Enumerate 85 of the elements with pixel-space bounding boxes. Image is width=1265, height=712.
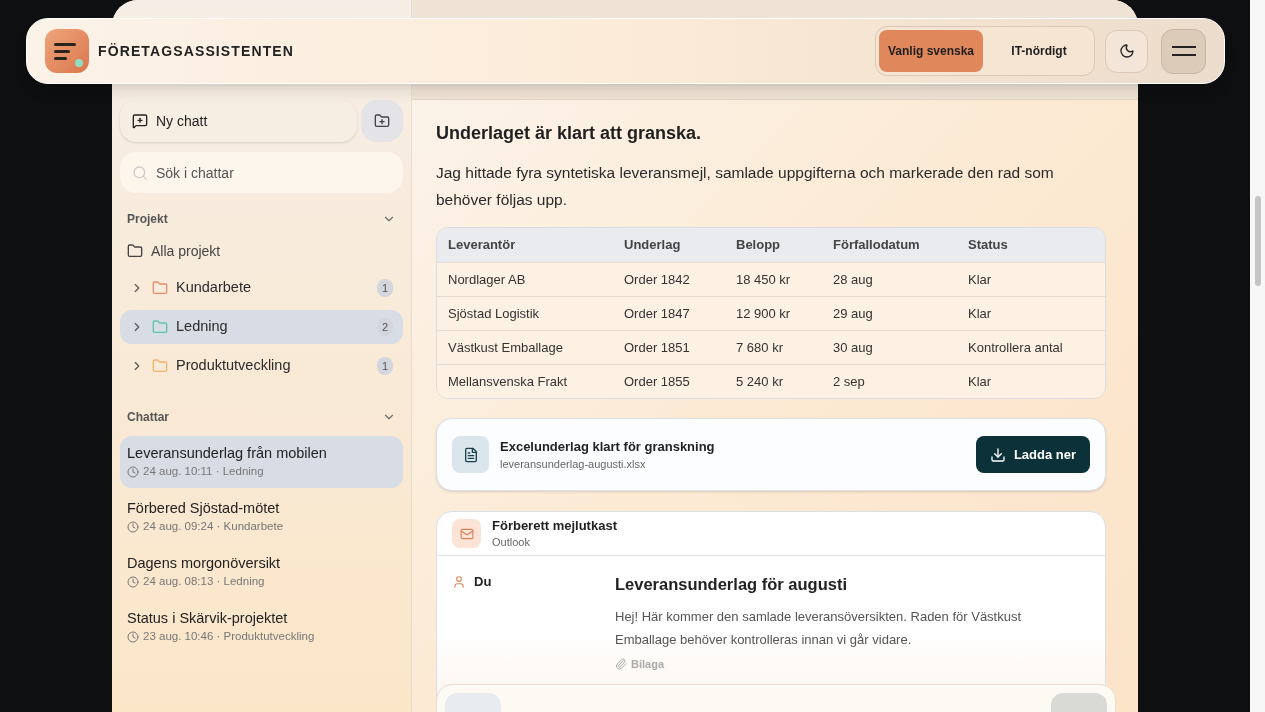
- chat-title: Förbered Sjöstad-mötet: [127, 499, 281, 519]
- table-cell-text: Klar: [968, 372, 993, 391]
- project-item[interactable]: Ledning 2: [120, 310, 403, 344]
- table-cell-text: 5 240 kr: [736, 372, 784, 391]
- column-header: Leverantör: [448, 236, 517, 255]
- table-cell-text: 12 900 kr: [736, 304, 792, 323]
- attachment-label: Bilaga: [631, 656, 664, 672]
- table-cell-text: Order 1851: [624, 338, 691, 357]
- chat-title: Dagens morgonöversikt: [127, 554, 282, 574]
- table-cell-text: 28 aug: [833, 270, 874, 289]
- count-badge: 1: [377, 279, 393, 297]
- chat-plus-icon: [132, 113, 148, 129]
- table-cell-text: Klar: [968, 270, 993, 289]
- download-button[interactable]: Ladda ner: [975, 436, 1090, 473]
- download-icon: [989, 446, 1006, 463]
- clock-icon: [127, 466, 139, 478]
- table-cell-text: 2 sep: [833, 372, 866, 391]
- table-cell-text: Order 1855: [624, 372, 691, 391]
- user-icon: [452, 574, 466, 589]
- count-badge: 1: [377, 357, 393, 375]
- project-name: Ledning: [176, 317, 229, 337]
- folder-plus-icon: [374, 113, 390, 129]
- table-cell-text: 7 680 kr: [736, 338, 784, 357]
- chat-item[interactable]: Leveransunderlag från mobilen 24 aug. 10:11 · Ledning: [120, 436, 403, 488]
- chat-meta: 24 aug. 08:13 · Ledning: [143, 574, 265, 590]
- chat-item[interactable]: Dagens morgonöversikt 24 aug. 08:13 · Ledning: [120, 546, 403, 598]
- project-item[interactable]: Produktutveckling 1: [120, 349, 403, 383]
- section-heading: Chattar: [127, 409, 169, 426]
- project-item[interactable]: Kundarbete 1: [120, 271, 403, 305]
- project-name: Produktutveckling: [176, 356, 292, 376]
- app-title: FÖRETAGSASSISTENTEN: [98, 41, 295, 61]
- table-cell-text: Sjöstad Logistik: [448, 304, 541, 323]
- chat-title: Leveransunderlag från mobilen: [127, 444, 328, 464]
- scrollbar-thumb[interactable]: [1254, 196, 1261, 286]
- menu-button[interactable]: [1161, 28, 1206, 74]
- chat-meta: 24 aug. 09:24 · Kundarbete: [143, 519, 284, 535]
- clock-icon: [127, 631, 139, 643]
- theme-button[interactable]: [1105, 29, 1148, 73]
- mail-icon: [452, 519, 481, 548]
- chat-meta: 24 aug. 10:11 · Ledning: [143, 464, 264, 480]
- file-title: Excelunderlag klart för granskning: [500, 437, 716, 456]
- message-heading: Underlaget är klart att granska.: [436, 122, 703, 145]
- new-chat-button[interactable]: Ny chatt: [120, 100, 357, 142]
- all-projects-item[interactable]: Alla projekt: [120, 236, 403, 266]
- table-cell-text: Kontrollera antal: [968, 338, 1064, 357]
- email-body: Hej! Här kommer den samlade leveransöversikten. Raden för Västkust Emballage behöver kontrolleras innan vi går vidare.: [615, 607, 1023, 649]
- table-cell-text: Klar: [968, 304, 993, 323]
- column-header: Förfallodatum: [833, 236, 921, 255]
- chat-item[interactable]: Status i Skärvik-projektet 23 aug. 10:46 · Produktutveckling: [120, 601, 403, 653]
- chat-title: Status i Skärvik-projektet: [127, 609, 289, 629]
- message-text: Jag hittade fyra syntetiska leveransmejl, samlade uppgifterna och markerade den rad som behöver följas upp.: [436, 163, 1055, 210]
- column-header: Belopp: [736, 236, 782, 255]
- column-header: Status: [968, 236, 1009, 255]
- table-cell-text: 18 450 kr: [736, 270, 792, 289]
- folder-icon: [127, 243, 143, 259]
- project-name: Kundarbete: [176, 278, 252, 298]
- column-header: Underlag: [624, 236, 682, 255]
- table-cell-text: Västkust Emballage: [448, 338, 564, 357]
- count-badge: 2: [377, 318, 393, 336]
- email-subject: Leveransunderlag för augusti: [615, 574, 848, 595]
- table-cell-text: Order 1847: [624, 304, 691, 323]
- language-tab[interactable]: IT-nördigt: [987, 30, 1091, 72]
- search-icon: [132, 164, 148, 181]
- table-cell-text: 29 aug: [833, 304, 874, 323]
- paperclip-icon: [615, 658, 627, 670]
- section-heading: Projekt: [127, 211, 168, 228]
- new-folder-button[interactable]: [361, 100, 403, 142]
- clock-icon: [127, 576, 139, 588]
- sender-name: Du: [474, 573, 492, 591]
- email-card-title: Förberett mejlutkast: [492, 516, 617, 534]
- chat-item[interactable]: Förbered Sjöstad-mötet 24 aug. 09:24 · Kundarbete: [120, 491, 403, 543]
- chat-meta: 23 aug. 10:46 · Produktutveckling: [143, 629, 315, 645]
- search-input[interactable]: Sök i chattar: [156, 152, 391, 193]
- table-cell-text: 30 aug: [833, 338, 874, 357]
- language-tab[interactable]: Vanlig svenska: [879, 30, 983, 72]
- email-app: Outlook: [492, 534, 531, 550]
- table-cell-text: Order 1842: [624, 270, 691, 289]
- table-cell-text: Nordlager AB: [448, 270, 527, 289]
- document-icon: [452, 436, 489, 473]
- logo-icon: [45, 29, 89, 73]
- clock-icon: [127, 521, 139, 533]
- file-name: leveransunderlag-augusti.xlsx: [500, 457, 647, 472]
- search-field[interactable]: Sök i chattar: [120, 152, 403, 193]
- moon-icon: [1118, 43, 1135, 59]
- table-cell-text: Mellansvenska Frakt: [448, 372, 569, 391]
